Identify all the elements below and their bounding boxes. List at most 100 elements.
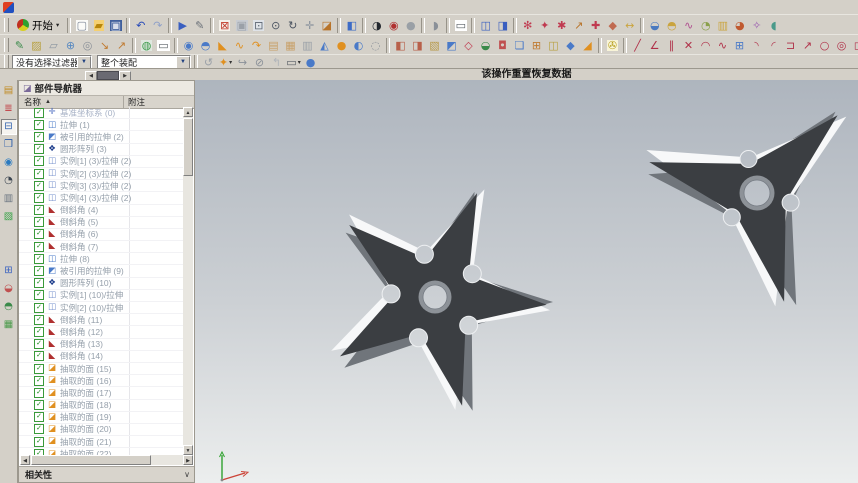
color-palette-button[interactable]: ▧	[1, 209, 17, 225]
hscroll-thumb[interactable]	[31, 455, 151, 465]
chamfer-tool-button[interactable]: ◢	[579, 37, 596, 53]
feature-checkbox[interactable]	[34, 131, 44, 142]
vector-constructor-button[interactable]: ↗	[570, 17, 587, 33]
feature-checkbox[interactable]	[34, 266, 44, 277]
panel-tab-scroller[interactable]: ◀ ▶	[85, 71, 131, 82]
menu-item[interactable]	[90, 6, 102, 8]
magnifier-button[interactable]: ⊙	[267, 17, 284, 33]
windows-panel-button[interactable]: ⊞	[1, 263, 17, 279]
menu-item[interactable]	[138, 6, 150, 8]
menu-item[interactable]	[18, 6, 30, 8]
feature-checkbox[interactable]	[34, 339, 44, 350]
tree-row[interactable]: 抽取的面 (21)	[19, 436, 185, 449]
feature-checkbox[interactable]	[34, 168, 44, 179]
tree-row[interactable]: 倒斜角 (5)	[19, 217, 185, 229]
horizontal-scrollbar[interactable]: ◀ ▶	[20, 455, 193, 465]
feature-checkbox[interactable]	[34, 253, 44, 264]
menu-item[interactable]	[126, 6, 138, 8]
web-browser-button[interactable]: ◉	[1, 155, 17, 171]
feature-checkbox[interactable]	[34, 156, 44, 167]
geometry-check-button[interactable]: ◕	[731, 17, 748, 33]
feature-checkbox[interactable]	[34, 241, 44, 252]
scroll-down-icon[interactable]: ▼	[183, 445, 193, 455]
scroll-right-icon[interactable]: ▶	[183, 455, 193, 465]
menu-item[interactable]	[114, 6, 126, 8]
groups-panel-button[interactable]: ◓	[1, 299, 17, 315]
rotate-view-button[interactable]: ↻	[284, 17, 301, 33]
menu-item[interactable]	[42, 6, 54, 8]
edit-section-button[interactable]: ◨	[494, 17, 511, 33]
face-analysis-button[interactable]: ◗	[427, 17, 444, 33]
boss-tool-button[interactable]: ▥	[299, 37, 316, 53]
block-tool-button[interactable]: ▤	[265, 37, 282, 53]
sphere-tool-button[interactable]: ◉	[180, 37, 197, 53]
tree-row[interactable]: 圆形阵列 (3)	[19, 144, 185, 156]
link-constraint-button[interactable]: ✇	[604, 37, 621, 53]
split-body-button[interactable]: ◨	[409, 37, 426, 53]
feature-checkbox[interactable]	[34, 205, 44, 216]
sketch-in-task-button[interactable]: ▨	[28, 37, 45, 53]
history-button[interactable]: ◔	[1, 173, 17, 189]
system-scenes-button[interactable]: ▥	[1, 191, 17, 207]
pattern-tool-button[interactable]: ⊞	[528, 37, 545, 53]
disc-tool-button[interactable]: ◐	[350, 37, 367, 53]
menu-item[interactable]	[102, 6, 114, 8]
tree-row[interactable]: 抽取的面 (18)	[19, 400, 185, 412]
chevron-down-icon[interactable]: ▼	[77, 55, 91, 69]
mirror-tool-button[interactable]: ◫	[545, 37, 562, 53]
selection-pointer-button[interactable]: ▶	[174, 17, 191, 33]
feature-checkbox[interactable]	[34, 363, 44, 374]
hook-tool-button[interactable]: ↷	[248, 37, 265, 53]
drafting-display-button[interactable]: ▭	[452, 17, 469, 33]
redo-button[interactable]: ↷	[149, 17, 166, 33]
patch-body-button[interactable]: ▧	[426, 37, 443, 53]
cylinder-tool-button[interactable]: ◎	[79, 37, 96, 53]
sketch-arc1-button[interactable]: ◝	[748, 37, 765, 53]
tree-row[interactable]: 倒斜角 (12)	[19, 326, 185, 339]
roles-panel-button[interactable]: ◒	[1, 281, 17, 297]
fit-view-button[interactable]: ⊠	[216, 17, 233, 33]
reuse-library-button[interactable]: ❒	[1, 137, 17, 153]
tree-row[interactable]: 抽取的面 (17)	[19, 387, 185, 400]
analysis-curve-button[interactable]: ∿	[680, 17, 697, 33]
sketch-polygon-button[interactable]: ⊞	[731, 37, 748, 53]
draft-analysis-button[interactable]: ◖	[765, 17, 782, 33]
feature-checkbox[interactable]	[34, 326, 44, 337]
scroll-up-icon[interactable]: ▲	[183, 107, 193, 117]
zoom-in-out-button[interactable]: ⊡	[250, 17, 267, 33]
toolbar-grip[interactable]	[4, 38, 9, 52]
zoom-window-button[interactable]: ▣	[233, 17, 250, 33]
sketch-parallel-button[interactable]: ∥	[663, 37, 680, 53]
tree-row[interactable]: 实例[1] (3)/拉伸 (2)	[19, 156, 185, 168]
tree-row[interactable]: 倒斜角 (7)	[19, 241, 185, 254]
sketch-extend-button[interactable]: ↗	[799, 37, 816, 53]
feature-checkbox[interactable]	[34, 436, 44, 447]
tree-row[interactable]: 基准坐标系 (0)	[19, 107, 185, 120]
pan-view-button[interactable]: ✛	[301, 17, 318, 33]
menu-item[interactable]	[150, 6, 162, 8]
feature-checkbox[interactable]	[34, 424, 44, 435]
undo-button[interactable]: ↶	[132, 17, 149, 33]
analysis-surface-button[interactable]: ◔	[697, 17, 714, 33]
wedge-tool-button[interactable]: ◭	[316, 37, 333, 53]
assembly-people-button[interactable]: ◒	[477, 37, 494, 53]
feature-checkbox[interactable]	[34, 314, 44, 325]
scroller-thumb[interactable]	[97, 71, 119, 80]
shaded-button[interactable]: ◉	[385, 17, 402, 33]
feature-checkbox[interactable]	[34, 412, 44, 423]
part-navigator-button[interactable]: ⊟	[0, 119, 17, 135]
graphics-window[interactable]	[195, 80, 858, 483]
start-button[interactable]: 开始 ▾	[11, 16, 65, 35]
feature-checkbox[interactable]	[34, 400, 44, 411]
blend-tool-button[interactable]: ◆	[562, 37, 579, 53]
tree-row[interactable]: 倒斜角 (6)	[19, 229, 185, 242]
menu-item[interactable]	[66, 6, 78, 8]
curve-project-button[interactable]: ↘	[96, 37, 113, 53]
sketch-profile-button[interactable]: ∠	[646, 37, 663, 53]
sketch-circle2-button[interactable]: ◎	[833, 37, 850, 53]
show-and-hide-button[interactable]: ◫	[477, 17, 494, 33]
feature-checkbox[interactable]	[34, 144, 44, 155]
tree-row[interactable]: 倒斜角 (4)	[19, 205, 185, 217]
note-tool-button[interactable]: ❏	[511, 37, 528, 53]
tree-row[interactable]: 实例[2] (3)/拉伸 (2)	[19, 168, 185, 181]
